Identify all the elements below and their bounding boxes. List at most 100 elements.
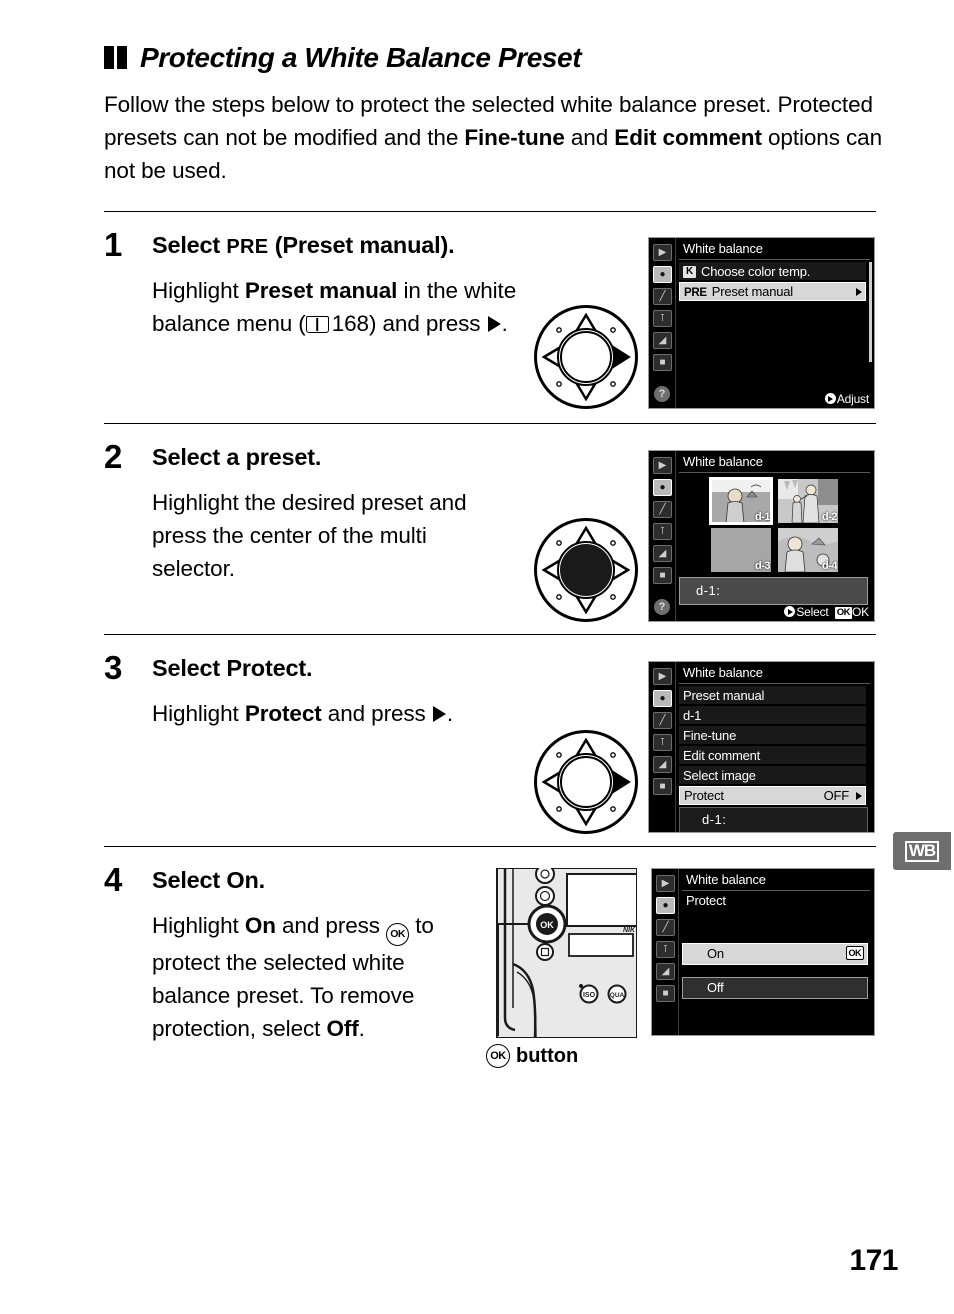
step-1-body-ref: 168	[331, 311, 369, 336]
menu-item-protect[interactable]: Protect OFF	[679, 786, 866, 805]
step-4-body-2: and press	[275, 913, 387, 938]
setup-menu-icon[interactable]: ⊺	[656, 941, 675, 958]
retouch-menu-icon[interactable]: ◢	[653, 756, 672, 773]
step-1-body-1: Highlight	[152, 278, 245, 303]
lcd-footer-step-1: Adjust	[824, 392, 869, 406]
step-4-body-bold-off: Off	[326, 1016, 359, 1041]
help-icon[interactable]: ?	[654, 386, 670, 402]
intro-text-2: and	[564, 125, 615, 150]
retouch-menu-icon[interactable]: ◢	[656, 963, 675, 980]
shooting-menu-icon[interactable]: ●	[653, 479, 672, 496]
step-1-body: Highlight Preset manual in the white bal…	[152, 274, 532, 340]
step-2-body: Highlight the desired preset and press t…	[152, 490, 467, 581]
recent-settings-icon[interactable]: ■	[653, 778, 672, 795]
custom-settings-icon[interactable]: ╱	[656, 919, 675, 936]
shooting-menu-icon[interactable]: ●	[656, 897, 675, 914]
menu-item-protect-value: OFF	[823, 788, 850, 803]
thumbnail-d3[interactable]: d-3	[711, 528, 771, 572]
section-heading: Protecting a White Balance Preset	[104, 44, 884, 72]
lcd-screen-step-2: ▶ ● ╱ ⊺ ◢ ■ ? White balance d-1 d-2 d-3 …	[648, 450, 875, 622]
step-3-body: Highlight Protect and press .	[152, 697, 572, 730]
menu-item-preset-manual[interactable]: PRE Preset manual	[679, 282, 866, 301]
lcd-screen-step-1: ▶ ● ╱ ⊺ ◢ ■ ? White balance K Choose colo…	[648, 237, 875, 409]
lcd-title-step-2: White balance	[683, 454, 763, 469]
thumbnail-d1[interactable]: d-1	[709, 477, 773, 525]
wb-section-tab: WB	[893, 832, 951, 870]
setup-menu-icon[interactable]: ⊺	[653, 734, 672, 751]
step-1-number: 1	[104, 226, 123, 263]
step-4-body-4: .	[358, 1016, 365, 1041]
custom-settings-icon[interactable]: ╱	[653, 288, 672, 305]
step-4-number: 4	[104, 861, 123, 898]
lcd-sidebar-step-3: ▶ ● ╱ ⊺ ◢ ■	[649, 662, 676, 832]
shooting-menu-icon[interactable]: ●	[653, 690, 672, 707]
divider-above-step-2	[104, 423, 876, 424]
custom-settings-icon[interactable]: ╱	[653, 712, 672, 729]
retouch-menu-icon[interactable]: ◢	[653, 545, 672, 562]
step-1-title-mono: PRE	[226, 236, 269, 258]
wb-icon: WB	[904, 840, 940, 862]
ok-badge-icon: OK	[845, 946, 864, 960]
menu-item-protect-label: Protect	[684, 788, 724, 803]
intro-paragraph: Follow the steps below to protect the se…	[104, 88, 894, 187]
lcd-sidebar-step-4: ▶ ● ╱ ⊺ ◢ ■	[652, 869, 679, 1035]
step-4-body-bold-on: On	[244, 913, 276, 938]
menu-item-preset-manual[interactable]: Preset manual	[679, 686, 866, 705]
scrollbar-step-1[interactable]	[869, 262, 872, 362]
adjust-dial-icon	[824, 393, 836, 404]
lcd-title-rule	[682, 890, 870, 891]
menu-item-fine-tune[interactable]: Fine-tune	[679, 726, 866, 745]
playback-icon[interactable]: ▶	[653, 244, 672, 261]
recent-settings-icon[interactable]: ■	[656, 985, 675, 1002]
lcd-footer-select-label: Select	[796, 605, 829, 619]
ok-badge-icon: OK	[834, 607, 853, 619]
lcd-title-rule	[679, 259, 870, 260]
lcd-title-rule	[679, 472, 870, 473]
menu-item-choose-color-temp[interactable]: K Choose color temp.	[679, 262, 866, 281]
step-2-title: Select a preset.	[152, 444, 322, 470]
setup-menu-icon[interactable]: ⊺	[653, 523, 672, 540]
dial-hub-inner	[560, 756, 612, 808]
shooting-menu-icon[interactable]: ●	[653, 266, 672, 283]
step-1-title-paren-close: ).	[440, 232, 455, 258]
menu-item-edit-comment[interactable]: Edit comment	[679, 746, 866, 765]
thumbnail-d4[interactable]: d-4	[778, 528, 838, 572]
lcd-title-rule	[679, 683, 870, 684]
lcd-sidebar-step-2: ▶ ● ╱ ⊺ ◢ ■ ?	[649, 451, 676, 621]
right-arrow-icon	[432, 706, 446, 722]
lcd-footer-adjust-label: Adjust	[836, 392, 869, 406]
preset-info-bar-step-3: d-1:	[679, 807, 868, 832]
playback-icon[interactable]: ▶	[653, 457, 672, 474]
ok-button-caption-label: button	[516, 1044, 579, 1067]
step-3-body-2: and press	[321, 701, 432, 726]
dial-hub-inner-pressed	[560, 544, 612, 596]
step-4-title-pre: Select	[152, 867, 227, 893]
page-number: 171	[849, 1244, 898, 1277]
thumbnail-d2[interactable]: d-2	[778, 479, 838, 523]
step-4-title-end: .	[258, 867, 266, 893]
svg-text:QUA: QUA	[610, 992, 625, 999]
option-on[interactable]: On OK	[682, 943, 868, 965]
playback-icon[interactable]: ▶	[653, 668, 672, 685]
select-dial-icon	[784, 606, 796, 617]
lcd-screen-step-3: ▶ ● ╱ ⊺ ◢ ■ White balance Preset manual …	[648, 661, 875, 833]
recent-settings-icon[interactable]: ■	[653, 354, 672, 371]
setup-menu-icon[interactable]: ⊺	[653, 310, 672, 327]
step-4-body: Highlight On and press OK to protect the…	[152, 909, 470, 1045]
option-off[interactable]: Off	[682, 977, 868, 999]
chevron-right-icon	[856, 792, 862, 800]
ok-button-icon: OK	[486, 1044, 510, 1068]
thumbnail-d1-label: d-1	[755, 511, 771, 523]
step-3-body-3: .	[446, 701, 454, 726]
recent-settings-icon[interactable]: ■	[653, 567, 672, 584]
menu-item-select-image[interactable]: Select image	[679, 766, 866, 785]
lcd-sidebar-step-1: ▶ ● ╱ ⊺ ◢ ■ ?	[649, 238, 676, 408]
retouch-menu-icon[interactable]: ◢	[653, 332, 672, 349]
playback-icon[interactable]: ▶	[656, 875, 675, 892]
multi-selector-dial-step-2	[534, 518, 638, 622]
custom-settings-icon[interactable]: ╱	[653, 501, 672, 518]
menu-item-d1[interactable]: d-1	[679, 706, 866, 725]
right-arrow-icon	[487, 316, 501, 332]
help-icon[interactable]: ?	[654, 599, 670, 615]
lcd-title-step-4: White balance	[686, 872, 766, 887]
